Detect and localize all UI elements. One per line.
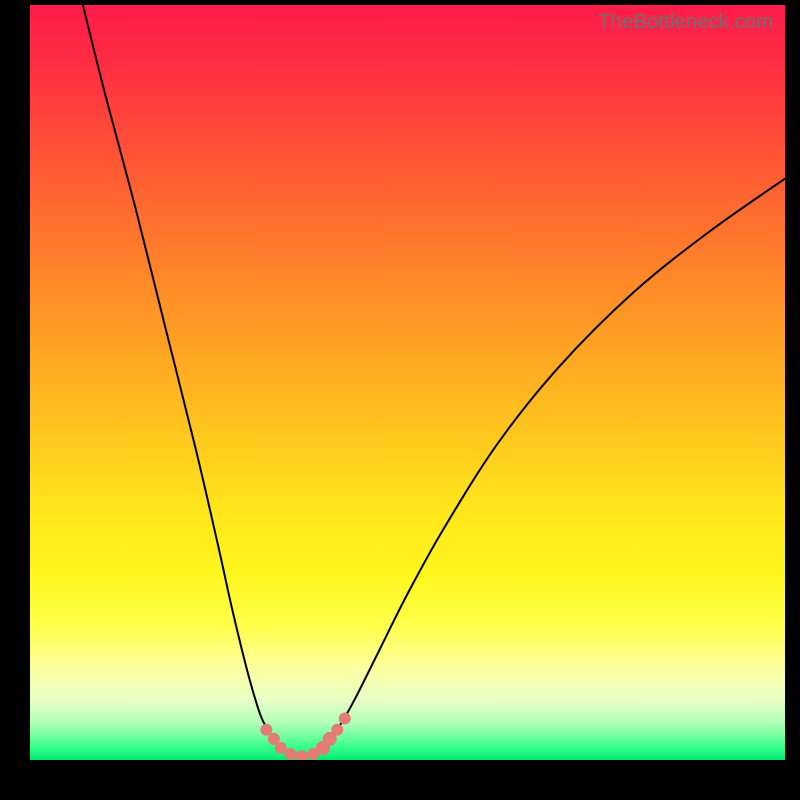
curve-path bbox=[83, 5, 785, 756]
curve-marker bbox=[339, 713, 351, 725]
bottleneck-curve bbox=[30, 5, 785, 760]
watermark-text: TheBottleneck.com bbox=[598, 11, 773, 34]
curve-marker bbox=[285, 748, 297, 760]
curve-marker bbox=[296, 750, 308, 760]
curve-marker bbox=[331, 724, 343, 736]
chart-plot-area: TheBottleneck.com bbox=[30, 5, 785, 760]
curve-markers bbox=[260, 713, 351, 761]
